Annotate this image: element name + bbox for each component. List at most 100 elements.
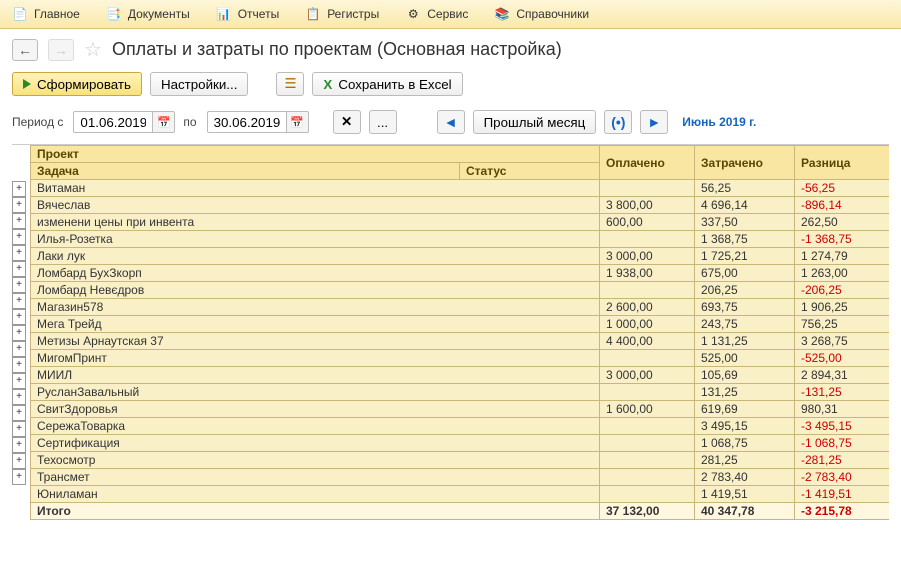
document-icon: 📄 [12, 6, 28, 22]
cell-project: РусланЗавальный [31, 384, 600, 401]
forward-button[interactable]: → [48, 39, 74, 61]
expand-toggle[interactable]: + [12, 277, 26, 293]
expand-toggle[interactable]: + [12, 213, 26, 229]
table-row[interactable]: МИИЛ3 000,00105,692 894,31 [31, 367, 890, 384]
expand-toggle[interactable]: + [12, 437, 26, 453]
expand-toggle[interactable]: + [12, 293, 26, 309]
table-row[interactable]: Магазин5782 600,00693,751 906,25 [31, 299, 890, 316]
table-row[interactable]: Техосмотр281,25-281,25 [31, 452, 890, 469]
table-row[interactable]: Илья-Розетка1 368,75-1 368,75 [31, 231, 890, 248]
menu-item-documents[interactable]: 📑 Документы [102, 4, 194, 24]
cell-diff: -1 419,51 [795, 486, 890, 503]
period-picker-button[interactable]: (•) [604, 110, 632, 134]
expand-toggle[interactable]: + [12, 245, 26, 261]
period-row: Период с 📅 по 📅 ✕ ... ◄ Прошлый месяц (•… [12, 110, 889, 134]
expand-toggle[interactable]: + [12, 261, 26, 277]
header-diff: Разница [795, 146, 890, 180]
calendar-from-icon[interactable]: 📅 [153, 111, 175, 133]
cell-project: Сертификация [31, 435, 600, 452]
expand-toggle[interactable]: + [12, 197, 26, 213]
cell-spent: 1 368,75 [695, 231, 795, 248]
cell-spent: 525,00 [695, 350, 795, 367]
table-row[interactable]: МигомПринт525,00-525,00 [31, 350, 890, 367]
cell-project: МИИЛ [31, 367, 600, 384]
table-row[interactable]: Метизы Арнаутская 374 400,001 131,253 26… [31, 333, 890, 350]
calendar-to-icon[interactable]: 📅 [287, 111, 309, 133]
cell-paid: 3 000,00 [600, 367, 695, 384]
ellipsis-icon: ... [377, 115, 388, 130]
arrow-right-icon: ► [647, 114, 661, 130]
registers-icon: 📋 [305, 6, 321, 22]
prev-period-button[interactable]: ◄ [437, 110, 465, 134]
table-row[interactable]: СвитЗдоровья1 600,00619,69980,31 [31, 401, 890, 418]
expand-toggle[interactable]: + [12, 405, 26, 421]
menu-item-catalogs[interactable]: 📚 Справочники [490, 4, 593, 24]
expand-toggle[interactable]: + [12, 341, 26, 357]
save-excel-button[interactable]: X Сохранить в Excel [312, 72, 462, 96]
date-to-input[interactable] [207, 111, 287, 133]
excel-icon: X [323, 77, 332, 92]
table-row[interactable]: Трансмет2 783,40-2 783,40 [31, 469, 890, 486]
cell-project: Мега Трейд [31, 316, 600, 333]
cell-diff: 1 263,00 [795, 265, 890, 282]
header-status: Статус [460, 163, 600, 180]
table-row[interactable]: Витаман56,25-56,25 [31, 180, 890, 197]
menu-item-reports[interactable]: 📊 Отчеты [212, 4, 283, 24]
date-from-input[interactable] [73, 111, 153, 133]
cell-diff: 1 274,79 [795, 248, 890, 265]
form-button[interactable]: Сформировать [12, 72, 142, 96]
settings-button[interactable]: Настройки... [150, 72, 248, 96]
table-row[interactable]: Лаки лук3 000,001 725,211 274,79 [31, 248, 890, 265]
table-row[interactable]: Юниламан1 419,51-1 419,51 [31, 486, 890, 503]
cell-paid [600, 350, 695, 367]
favorite-star-icon[interactable]: ☆ [84, 37, 102, 62]
clear-period-button[interactable]: ✕ [333, 110, 361, 134]
expand-toggle[interactable]: + [12, 309, 26, 325]
cell-spent: 105,69 [695, 367, 795, 384]
header-spent: Затрачено [695, 146, 795, 180]
expand-toggle[interactable]: + [12, 389, 26, 405]
cell-diff: 3 268,75 [795, 333, 890, 350]
period-display: Июнь 2019 г. [682, 115, 756, 129]
table-row[interactable]: РусланЗавальный131,25-131,25 [31, 384, 890, 401]
cell-paid [600, 469, 695, 486]
cell-project: Вячеслав [31, 197, 600, 214]
cell-paid [600, 452, 695, 469]
table-row[interactable]: Вячеслав3 800,004 696,14-896,14 [31, 197, 890, 214]
period-more-button[interactable]: ... [369, 110, 397, 134]
cell-paid: 1 000,00 [600, 316, 695, 333]
expand-toggle[interactable]: + [12, 181, 26, 197]
table-row[interactable]: Ломбард Невєдров206,25-206,25 [31, 282, 890, 299]
prev-month-button[interactable]: Прошлый месяц [473, 110, 597, 134]
close-icon: ✕ [341, 114, 352, 130]
table-row[interactable]: Сертификация1 068,75-1 068,75 [31, 435, 890, 452]
expand-toggle[interactable]: + [12, 453, 26, 469]
expand-toggle[interactable]: + [12, 357, 26, 373]
menu-item-registers[interactable]: 📋 Регистры [301, 4, 383, 24]
variants-button[interactable]: ☰ [276, 72, 304, 96]
cell-diff: -3 495,15 [795, 418, 890, 435]
expand-toggle[interactable]: + [12, 469, 26, 485]
table-row-total: Итого37 132,0040 347,78-3 215,78 [31, 503, 890, 520]
menu-item-main[interactable]: 📄 Главное [8, 4, 84, 24]
table-row[interactable]: Мега Трейд1 000,00243,75756,25 [31, 316, 890, 333]
cell-project: изменени цены при инвента [31, 214, 600, 231]
cell-project: Юниламан [31, 486, 600, 503]
table-row[interactable]: СережаТоварка3 495,15-3 495,15 [31, 418, 890, 435]
cell-project: Ломбард БухЗкорп [31, 265, 600, 282]
expand-toggle[interactable]: + [12, 325, 26, 341]
next-period-button[interactable]: ► [640, 110, 668, 134]
cell-paid [600, 282, 695, 299]
table-row[interactable]: Ломбард БухЗкорп1 938,00675,001 263,00 [31, 265, 890, 282]
expand-toggle[interactable]: + [12, 373, 26, 389]
cell-spent: 56,25 [695, 180, 795, 197]
expand-toggle[interactable]: + [12, 421, 26, 437]
expand-toggle[interactable]: + [12, 229, 26, 245]
table-row[interactable]: изменени цены при инвента600,00337,50262… [31, 214, 890, 231]
menu-item-service[interactable]: ⚙ Сервис [401, 4, 472, 24]
menu-label: Справочники [516, 7, 589, 21]
cell-diff: 756,25 [795, 316, 890, 333]
back-button[interactable]: ← [12, 39, 38, 61]
cell-diff: 1 906,25 [795, 299, 890, 316]
cell-project: СвитЗдоровья [31, 401, 600, 418]
